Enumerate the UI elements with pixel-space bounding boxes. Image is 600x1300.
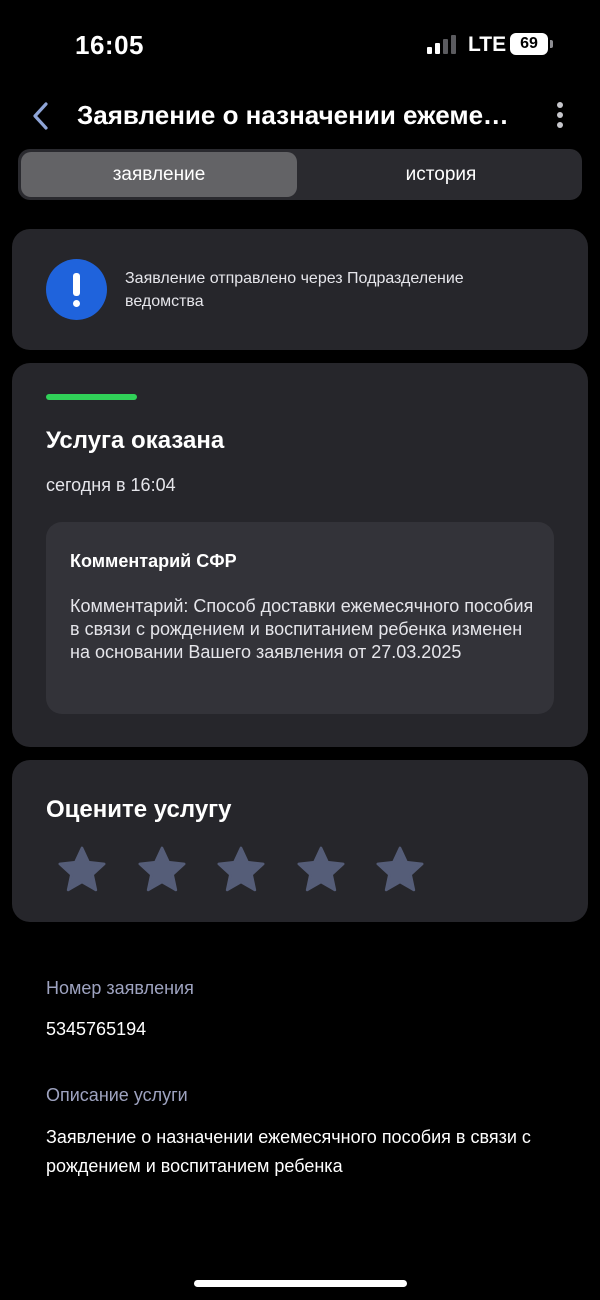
back-button[interactable] [26, 98, 56, 134]
segmented-tabs: заявление история [18, 149, 582, 200]
cellular-signal-icon [427, 35, 459, 54]
comment-text: Комментарий: Способ доставки ежемесячног… [70, 596, 534, 662]
star-icon[interactable] [374, 844, 426, 896]
network-type: LTE [468, 33, 507, 56]
status-bar: 16:05 LTE 69 [0, 0, 600, 90]
star-rating [56, 844, 456, 896]
status-card: Услуга оказана сегодня в 16:04 Комментар… [12, 363, 588, 747]
status-timestamp: сегодня в 16:04 [46, 475, 176, 495]
tab-application[interactable]: заявление [21, 152, 297, 197]
application-number-value: 5345765194 [46, 1019, 147, 1039]
status-time: 16:05 [75, 30, 144, 60]
nav-bar: Заявление о назначении ежемесячного посо… [0, 90, 600, 142]
service-description-value: Заявление о назначении ежемесячного посо… [46, 1127, 531, 1176]
battery-icon: 69 [510, 33, 548, 55]
more-menu-button[interactable] [548, 100, 572, 130]
battery-cap [550, 40, 553, 48]
notice-card: Заявление отправлено через Подразделение… [12, 229, 588, 350]
tab-history[interactable]: история [303, 152, 579, 197]
status-progress-bar [46, 394, 137, 400]
exclamation-icon [46, 259, 107, 320]
star-icon[interactable] [136, 844, 188, 896]
chevron-left-icon [33, 102, 48, 130]
notice-text: Заявление отправлено через Подразделение… [125, 270, 464, 310]
star-icon[interactable] [295, 844, 347, 896]
application-number-label: Номер заявления [46, 978, 194, 998]
star-icon[interactable] [215, 844, 267, 896]
star-icon[interactable] [56, 844, 108, 896]
comment-box: Комментарий СФР Комментарий: Способ дост… [46, 522, 554, 714]
status-title: Услуга оказана [46, 427, 225, 454]
page-title: Заявление о назначении ежемесячного посо… [77, 100, 519, 130]
comment-title: Комментарий СФР [70, 551, 237, 571]
rating-card: Оцените услугу [12, 760, 588, 922]
home-indicator [194, 1280, 407, 1287]
rating-title: Оцените услугу [46, 796, 232, 823]
service-description-label: Описание услуги [46, 1085, 188, 1105]
